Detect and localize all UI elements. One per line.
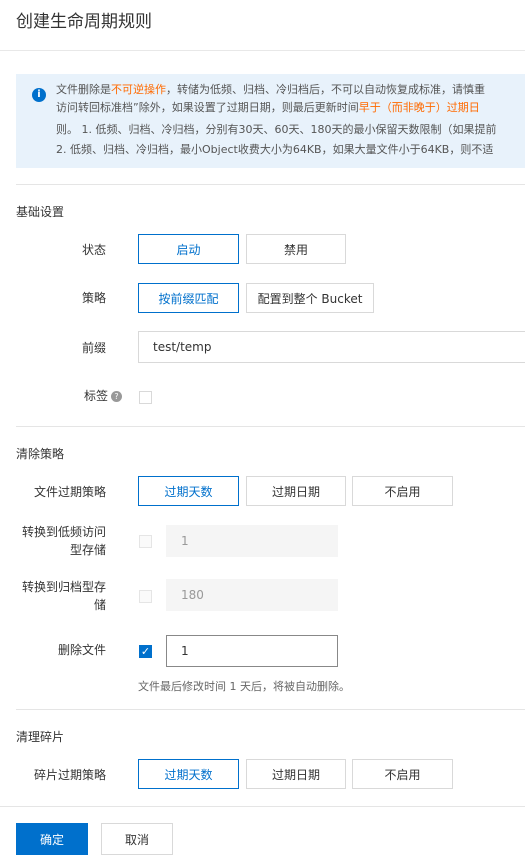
fragment-expire-disable-button[interactable]: 不启用: [352, 759, 453, 789]
prefix-input[interactable]: test/temp: [138, 331, 525, 363]
notice-text: 文件删除是: [56, 83, 111, 96]
delete-hint: 文件最后修改时间 1 天后，将被自动删除。: [138, 680, 350, 693]
notice-line-3: 则。 1. 低频、归档、冷归档，分别有30天、60天、180天的最小保留天数限制…: [56, 123, 497, 136]
fragment-expire-days-button[interactable]: 过期天数: [138, 759, 239, 789]
status-enable-button[interactable]: 启动: [138, 234, 239, 264]
file-expire-disable-button[interactable]: 不启用: [352, 476, 453, 506]
file-expire-date-button[interactable]: 过期日期: [246, 476, 346, 506]
cancel-button[interactable]: 取消: [101, 823, 173, 855]
policy-bucket-button[interactable]: 配置到整个 Bucket: [246, 283, 374, 313]
info-icon: i: [32, 88, 46, 102]
file-expire-label: 文件过期策略: [33, 485, 106, 499]
section-title-fragments: 清理碎片: [16, 730, 65, 744]
delete-file-label: 删除文件: [57, 643, 106, 657]
ia-transition-checkbox[interactable]: [139, 535, 152, 548]
delete-days-input[interactable]: 1: [166, 635, 338, 667]
notice-text: 访问转回标准档”除外，如果设置了过期日期，则最后更新时间: [56, 101, 359, 114]
notice-text: ，转储为低频、归档、冷归档后，不可以自动恢复成标准，请慎重: [166, 83, 485, 96]
notice-line-4: 2. 低频、归档、冷归档，最小Object收费大小为64KB，如果大量文件小于6…: [56, 143, 494, 156]
notice-line-1: 文件删除是不可逆操作，转储为低频、归档、冷归档后，不可以自动恢复成标准，请慎重: [56, 81, 485, 99]
ia-transition-label: 转换到低频访问型存储: [16, 523, 106, 559]
page-title: 创建生命周期规则: [16, 12, 152, 32]
check-icon: ✓: [140, 645, 151, 658]
info-notice: i 文件删除是不可逆操作，转储为低频、归档、冷归档后，不可以自动恢复成标准，请慎…: [16, 74, 525, 168]
ia-label-line: 型存储: [69, 543, 106, 557]
confirm-button[interactable]: 确定: [16, 823, 88, 855]
ia-days-input[interactable]: 1: [166, 525, 338, 557]
section-divider: [16, 184, 525, 185]
section-divider: [16, 709, 525, 710]
section-divider: [16, 426, 525, 427]
notice-line-2: 访问转回标准档”除外，如果设置了过期日期，则最后更新时间早于（而非晚于）过期日: [56, 99, 480, 117]
status-label: 状态: [81, 243, 106, 257]
prefix-label: 前缀: [81, 341, 106, 355]
archive-days-input[interactable]: 180: [166, 579, 338, 611]
notice-highlight: 早于（而非晚于）过期日: [358, 101, 480, 114]
section-title-basic: 基础设置: [16, 205, 65, 219]
policy-label: 策略: [81, 291, 106, 305]
ia-label-line: 转换到低频访问: [21, 525, 106, 539]
archive-transition-label: 转换到归档型存储: [16, 578, 106, 614]
section-title-clear: 清除策略: [16, 447, 65, 461]
footer-divider: [0, 806, 525, 807]
file-expire-days-button[interactable]: 过期天数: [138, 476, 239, 506]
notice-highlight: 不可逆操作: [111, 83, 166, 96]
tag-label: 标签: [83, 389, 108, 403]
archive-label-line: 储: [93, 598, 106, 612]
status-disable-button[interactable]: 禁用: [246, 234, 346, 264]
archive-label-line: 转换到归档型存: [21, 580, 106, 594]
archive-transition-checkbox[interactable]: [139, 590, 152, 603]
delete-file-checkbox[interactable]: ✓: [139, 645, 152, 658]
tag-checkbox[interactable]: [139, 391, 152, 404]
policy-prefix-button[interactable]: 按前缀匹配: [138, 283, 239, 313]
tag-label-row: 标签?: [40, 387, 122, 405]
fragment-expire-label: 碎片过期策略: [33, 768, 106, 782]
title-divider: [0, 50, 525, 51]
fragment-expire-date-button[interactable]: 过期日期: [246, 759, 346, 789]
question-circle-icon[interactable]: ?: [111, 391, 122, 402]
